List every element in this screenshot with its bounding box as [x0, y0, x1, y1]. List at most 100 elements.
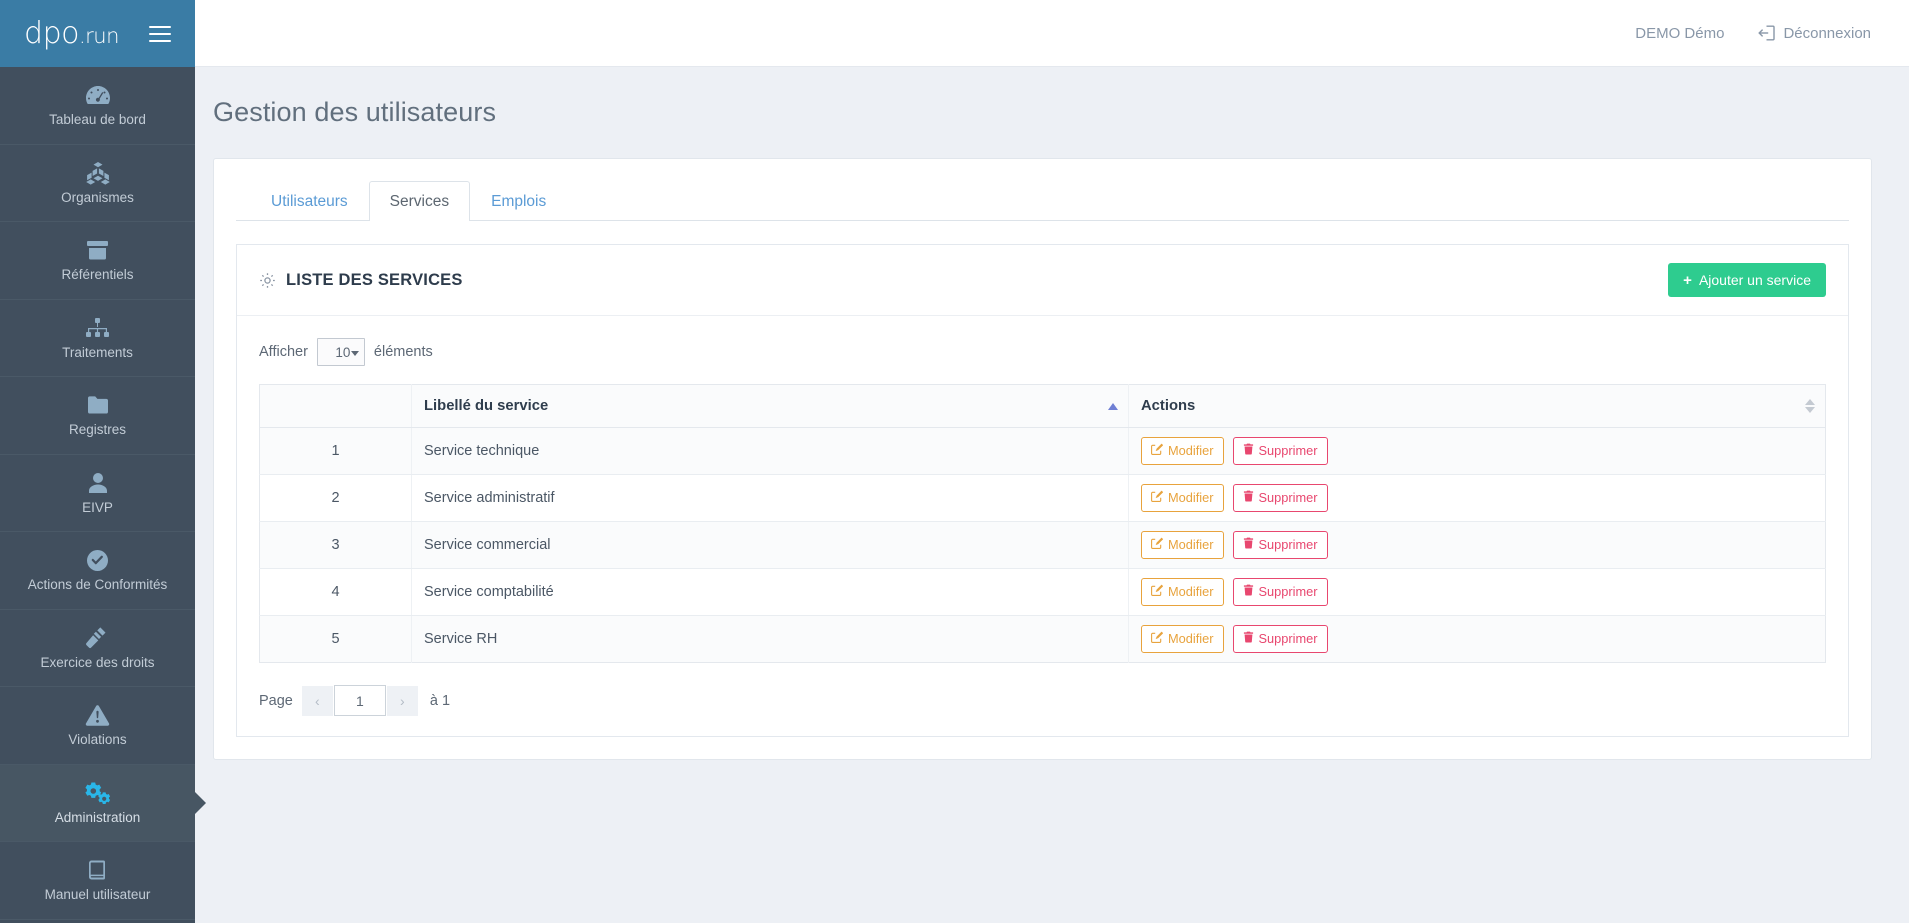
delete-button-label: Supprimer — [1258, 583, 1318, 599]
tab-label: Emplois — [491, 193, 547, 210]
tab-bar: Utilisateurs Services Emplois — [236, 181, 1849, 221]
tab-services[interactable]: Services — [368, 181, 471, 221]
delete-button[interactable]: Supprimer — [1232, 625, 1328, 653]
sidebar-item-tableau-de-bord[interactable]: Tableau de bord — [0, 67, 195, 145]
length-suffix-label: éléments — [373, 344, 433, 360]
cell-actions: Modifier Supprimer — [1128, 521, 1826, 569]
sidebar-item-traitements[interactable]: Traitements — [0, 300, 195, 377]
main-content: Gestion des utilisateurs Utilisateurs Se… — [195, 67, 1909, 923]
sort-both-icon — [1805, 399, 1815, 413]
archive-icon — [86, 237, 109, 263]
cell-label: Service comptabilité — [411, 568, 1129, 616]
edit-button-label: Modifier — [1168, 489, 1214, 505]
sidebar-item-administration[interactable]: Administration — [0, 764, 195, 842]
edit-button[interactable]: Modifier — [1141, 437, 1224, 465]
tab-emplois[interactable]: Emplois — [470, 181, 567, 221]
sidebar-item-eivp[interactable]: EIVP — [0, 455, 195, 532]
logout-label: Déconnexion — [1783, 24, 1871, 42]
panel-title-label: LISTE DES SERVICES — [286, 270, 463, 289]
cell-id: 4 — [259, 568, 412, 616]
services-table: Libellé du service Actions 1 Service tec… — [259, 384, 1826, 663]
pagination-label: Page — [259, 692, 293, 709]
edit-button[interactable]: Modifier — [1141, 531, 1224, 559]
hamburger-icon[interactable] — [148, 25, 171, 42]
sidebar-item-organismes[interactable]: Organismes — [0, 145, 195, 222]
table-length-control: Afficher 10 éléments — [259, 338, 1826, 366]
sidebar-item-label: EIVP — [82, 499, 113, 515]
delete-button-label: Supprimer — [1258, 442, 1318, 458]
cell-label: Service RH — [411, 615, 1129, 663]
table-row[interactable]: 4 Service comptabilité Modifier Supprime… — [259, 568, 1826, 616]
delete-button-label: Supprimer — [1258, 630, 1318, 646]
delete-button[interactable]: Supprimer — [1232, 531, 1328, 559]
sidebar-item-registres[interactable]: Registres — [0, 377, 195, 455]
sidebar-item-label: Organismes — [61, 189, 134, 205]
content-card: Utilisateurs Services Emplois LISTE DES … — [213, 158, 1872, 760]
edit-button[interactable]: Modifier — [1141, 625, 1224, 653]
row-actions: Modifier Supprimer — [1141, 484, 1813, 512]
brand-header: dpo.run — [0, 0, 195, 67]
current-user[interactable]: DEMO Démo — [1635, 25, 1724, 42]
column-header-id[interactable] — [259, 384, 412, 428]
sidebar-item-actions-de-conformites[interactable]: Actions de Conformités — [0, 532, 195, 610]
edit-button-label: Modifier — [1168, 583, 1214, 599]
trash-icon — [1243, 490, 1254, 505]
row-actions: Modifier Supprimer — [1141, 578, 1813, 606]
cell-actions: Modifier Supprimer — [1128, 427, 1826, 475]
page-title: Gestion des utilisateurs — [213, 97, 497, 127]
sidebar-item-referentiels[interactable]: Référentiels — [0, 222, 195, 300]
table-row[interactable]: 3 Service commercial Modifier Supprimer — [259, 521, 1826, 569]
column-header-actions[interactable]: Actions — [1128, 384, 1826, 428]
column-header-libelle[interactable]: Libellé du service — [411, 384, 1129, 428]
top-bar: DEMO Démo Déconnexion — [195, 0, 1909, 67]
plus-icon: + — [1683, 271, 1692, 289]
sidebar-item-violations[interactable]: Violations — [0, 687, 195, 765]
sidebar-item-label: Exercice des droits — [40, 654, 155, 670]
folder-icon — [86, 392, 110, 418]
sidebar: dpo.run Tableau de bord Organismes Référ… — [0, 0, 195, 923]
cell-id: 3 — [259, 521, 412, 569]
edit-button-label: Modifier — [1168, 442, 1214, 458]
logout-button[interactable]: Déconnexion — [1758, 25, 1871, 42]
cell-id: 2 — [259, 474, 412, 522]
sidebar-item-exercice-des-droits[interactable]: Exercice des droits — [0, 610, 195, 687]
sidebar-item-label: Traitements — [62, 344, 133, 360]
trash-icon — [1243, 443, 1254, 458]
sidebar-item-label: Actions de Conformités — [27, 577, 168, 593]
edit-button[interactable]: Modifier — [1141, 484, 1224, 512]
table-row[interactable]: 5 Service RH Modifier Supprimer — [259, 615, 1826, 663]
column-header-libelle-label: Libellé du service — [424, 398, 549, 414]
sidebar-item-label: Manuel utilisateur — [44, 887, 151, 903]
delete-button[interactable]: Supprimer — [1232, 578, 1328, 606]
panel-header: LISTE DES SERVICES + Ajouter un service — [237, 245, 1848, 316]
chevron-left-icon: ‹ — [315, 692, 320, 709]
edit-button[interactable]: Modifier — [1141, 578, 1224, 606]
cell-label: Service technique — [411, 427, 1129, 475]
add-service-button[interactable]: + Ajouter un service — [1668, 263, 1826, 297]
next-page-button[interactable]: › — [386, 685, 418, 716]
sidebar-item-manuel-utilisateur[interactable]: Manuel utilisateur — [0, 842, 195, 920]
row-actions: Modifier Supprimer — [1141, 625, 1813, 653]
warning-triangle-icon — [85, 702, 110, 728]
sign-out-icon — [1758, 25, 1776, 41]
page-number-input[interactable] — [333, 685, 386, 716]
length-select[interactable]: 10 — [316, 338, 365, 366]
tab-utilisateurs[interactable]: Utilisateurs — [250, 181, 369, 221]
cell-id: 1 — [259, 427, 412, 475]
cell-actions: Modifier Supprimer — [1129, 616, 1826, 663]
table-head: Libellé du service Actions — [259, 384, 1826, 428]
delete-button[interactable]: Supprimer — [1232, 437, 1328, 465]
panel-body: Afficher 10 éléments Libellé du service … — [237, 316, 1848, 736]
delete-button[interactable]: Supprimer — [1232, 484, 1328, 512]
app-logo[interactable]: dpo.run — [24, 16, 119, 51]
table-row[interactable]: 1 Service technique Modifier Supprimer — [259, 427, 1826, 475]
cubes-icon — [85, 160, 111, 186]
sidebar-item-label: Administration — [54, 809, 141, 825]
current-user-label: DEMO Démo — [1635, 24, 1725, 42]
cell-label: Service commercial — [411, 521, 1129, 569]
table-row[interactable]: 2 Service administratif Modifier Supprim… — [259, 474, 1826, 522]
sitemap-icon — [85, 315, 110, 341]
services-panel: LISTE DES SERVICES + Ajouter un service … — [236, 244, 1849, 737]
previous-page-button[interactable]: ‹ — [301, 685, 333, 716]
delete-button-label: Supprimer — [1258, 489, 1318, 505]
